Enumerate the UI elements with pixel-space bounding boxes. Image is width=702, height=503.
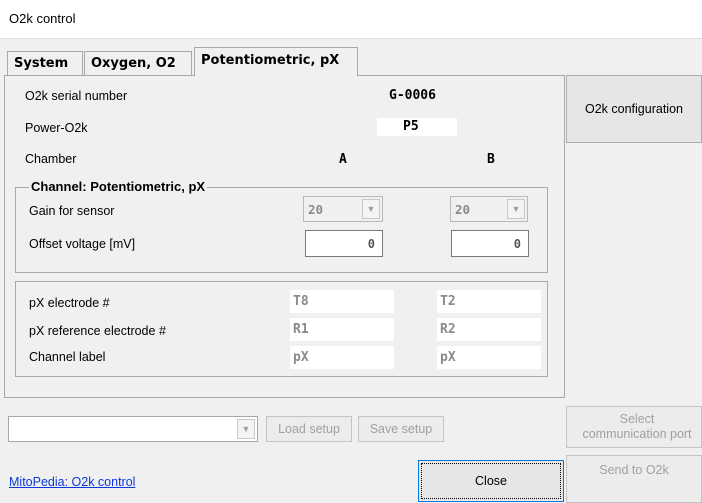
power-o2k-box: P5 [377,118,457,136]
power-o2k-value: P5 [403,119,419,134]
send-to-o2k-button[interactable]: Send to O2k [566,455,702,503]
save-setup-button[interactable]: Save setup [358,416,444,442]
gain-a-select[interactable]: 20 ▼ [303,196,383,222]
serial-number-value: G-0006 [389,88,436,103]
tab-strip: System Oxygen, O2 Potentiometric, pX [0,47,702,76]
window-title: O2k control [9,11,76,26]
channel-label-label: Channel label [29,350,106,364]
px-electrode-a-field: T8 [290,290,394,313]
chevron-down-icon[interactable]: ▼ [507,199,525,219]
channel-group-title: Channel: Potentiometric, pX [29,179,208,194]
setup-select[interactable]: ▼ [8,416,258,442]
chevron-down-icon[interactable]: ▼ [237,419,255,439]
chamber-label: Chamber [25,152,77,166]
o2k-configuration-button[interactable]: O2k configuration [566,75,702,143]
gain-b-select[interactable]: 20 ▼ [450,196,528,222]
px-reference-a-field: R1 [290,318,394,341]
px-reference-b-field: R2 [437,318,541,341]
chamber-a-header: A [339,152,347,167]
select-communication-port-button[interactable]: Select communication port [566,406,702,448]
mitopedia-link[interactable]: MitoPedia: O2k control [9,475,135,489]
px-electrode-b-field: T2 [437,290,541,313]
tab-panel-potentiometric: O2k serial number G-0006 P5 Power-O2k Ch… [4,75,565,398]
gain-a-value: 20 [308,202,324,217]
offset-voltage-label: Offset voltage [mV] [29,237,136,251]
gain-b-value: 20 [455,202,471,217]
power-o2k-label: Power-O2k [25,121,88,135]
title-bar: O2k control [0,0,702,39]
channel-label-a-field: pX [290,346,394,369]
tab-system[interactable]: System [7,51,83,75]
chevron-down-icon[interactable]: ▼ [362,199,380,219]
channel-label-b-field: pX [437,346,541,369]
serial-number-label: O2k serial number [25,89,128,103]
px-reference-electrode-label: pX reference electrode # [29,324,166,338]
close-button[interactable]: Close [418,460,564,502]
chamber-b-header: B [487,152,495,167]
load-setup-button[interactable]: Load setup [266,416,352,442]
px-electrode-label: pX electrode # [29,296,110,310]
tab-potentiometric[interactable]: Potentiometric, pX [194,47,358,76]
tab-oxygen[interactable]: Oxygen, O2 [84,51,192,75]
offset-voltage-a-input[interactable]: 0 [305,230,383,257]
gain-label: Gain for sensor [29,204,115,218]
offset-voltage-b-input[interactable]: 0 [451,230,529,257]
